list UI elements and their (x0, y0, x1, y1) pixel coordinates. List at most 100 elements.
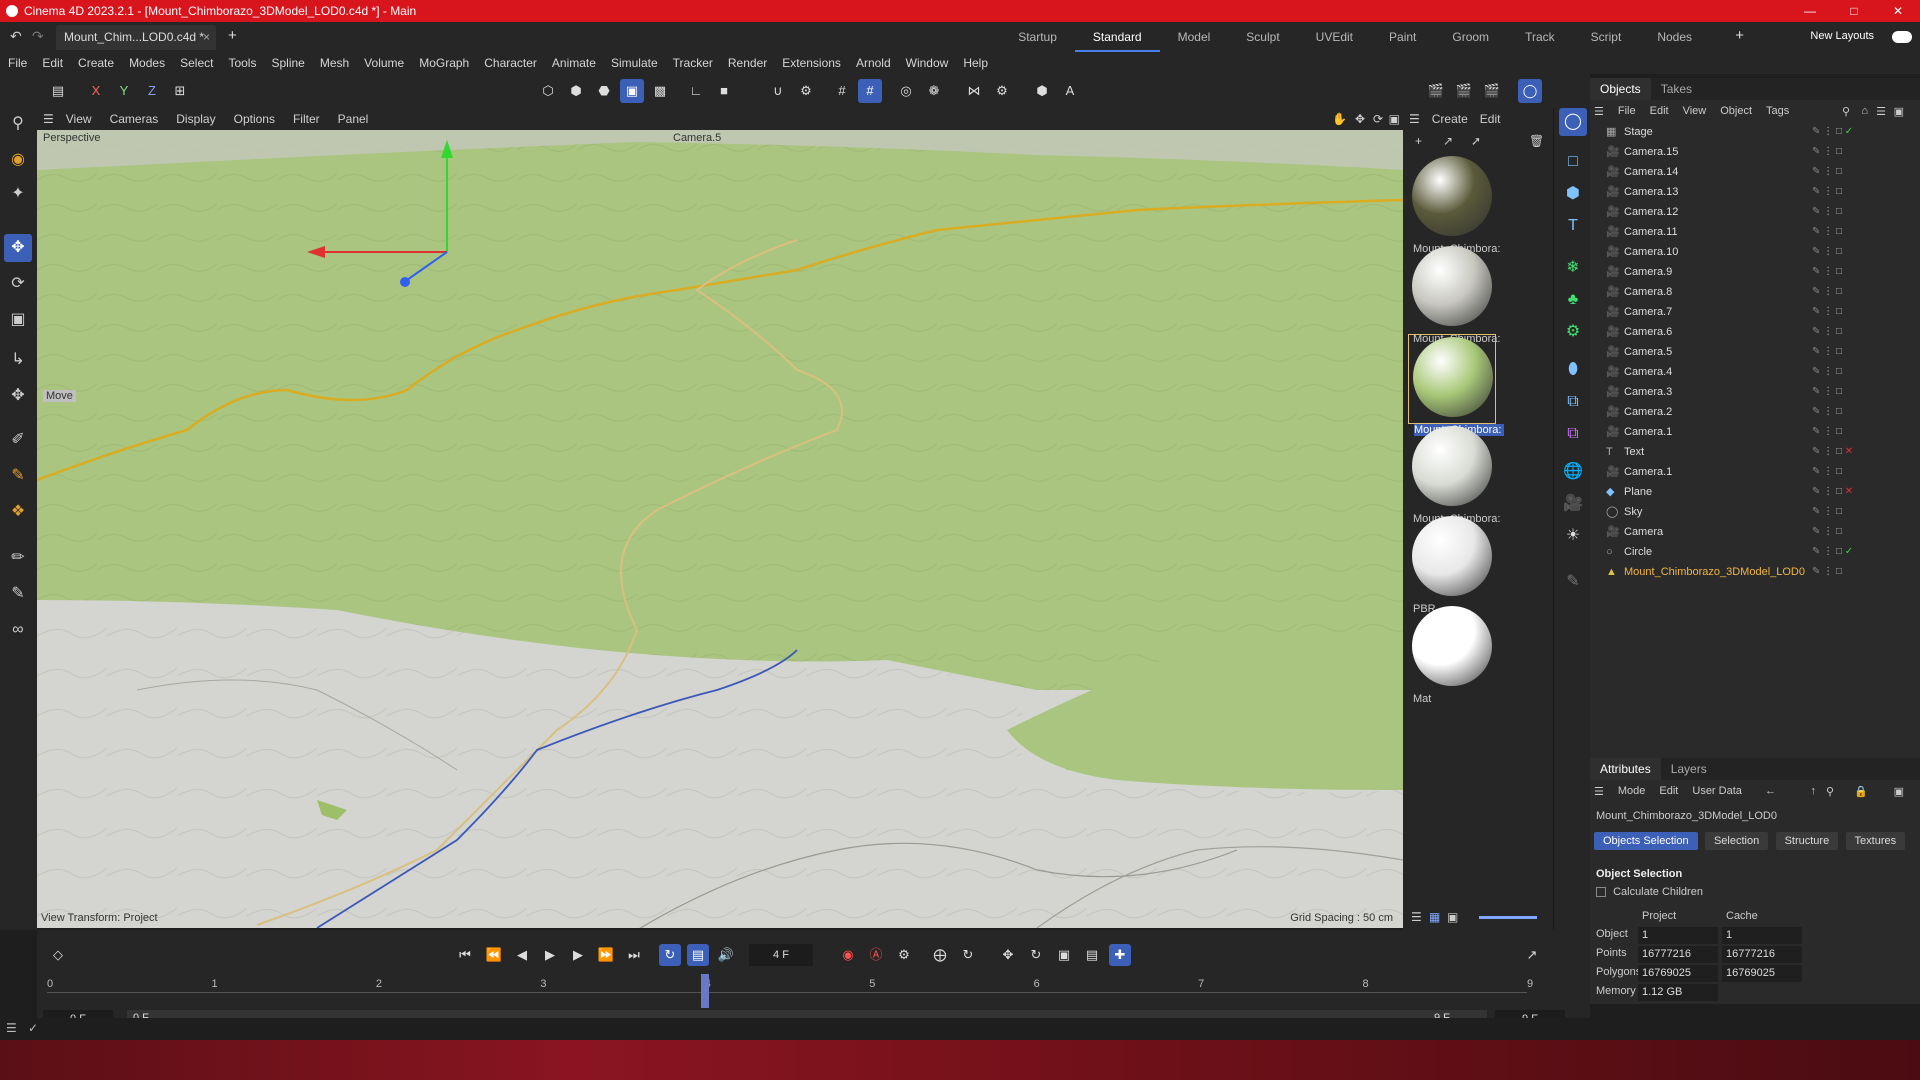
key-param-icon[interactable]: ↻ (1025, 944, 1047, 966)
object-visibility-flags[interactable]: ✎ ⋮ □ (1812, 402, 1920, 422)
grid-snap-icon[interactable]: # (858, 79, 882, 103)
material-swatch[interactable]: Mat (1408, 604, 1496, 705)
menu-character[interactable]: Character (484, 56, 537, 70)
object-row[interactable]: 🎥 Camera.4 ✎ ⋮ □ (1590, 362, 1920, 382)
spline-sketch-icon[interactable]: ✎ (4, 462, 32, 490)
object-visibility-flags[interactable]: ✎ ⋮ □ (1812, 342, 1920, 362)
object-visibility-flags[interactable]: ✎ ⋮ □ ✓ (1812, 122, 1920, 142)
camera-object-icon[interactable]: ◯ (1559, 108, 1587, 136)
attr-search-icon[interactable]: ⚲ (1826, 785, 1834, 798)
layout-tab-startup[interactable]: Startup (1000, 22, 1075, 52)
trash-icon[interactable]: 🗑 (1529, 134, 1544, 148)
menu-create[interactable]: Create (78, 56, 114, 70)
texture-mode-icon[interactable]: ■ (712, 79, 736, 103)
record-icon[interactable]: ◉ (837, 944, 859, 966)
viewport-menu-display[interactable]: Display (176, 112, 215, 126)
object-name[interactable]: Plane (1624, 482, 1652, 502)
go-to-end-icon[interactable]: ⏭ (623, 944, 645, 966)
layout-tab-standard[interactable]: Standard (1074, 22, 1160, 52)
field-icon[interactable]: ⧉ (1559, 388, 1587, 416)
add-material-icon[interactable]: + (1415, 134, 1422, 148)
object-row[interactable]: 🎥 Camera.5 ✎ ⋮ □ (1590, 342, 1920, 362)
coordinate-system-icon[interactable]: ⊞ (168, 79, 192, 103)
render-queue-icon[interactable]: 🎬 (1480, 79, 1504, 103)
object-row[interactable]: ◆ Plane ✎ ⋮ □ ✕ (1590, 482, 1920, 502)
key-rotation-icon[interactable]: ↻ (957, 944, 979, 966)
brush-icon[interactable]: ✏ (4, 544, 32, 572)
object-visibility-flags[interactable]: ✎ ⋮ □ (1812, 222, 1920, 242)
object-menu-tags[interactable]: Tags (1766, 105, 1789, 117)
object-mode-icon[interactable]: ▣ (620, 79, 644, 103)
mograph-icon[interactable]: ♣ (1559, 286, 1587, 314)
menu-mesh[interactable]: Mesh (320, 56, 349, 70)
subtab-textures[interactable]: Textures (1845, 832, 1906, 850)
object-row[interactable]: 🎥 Camera.12 ✎ ⋮ □ (1590, 202, 1920, 222)
object-visibility-flags[interactable]: ✎ ⋮ □ (1812, 522, 1920, 542)
object-visibility-flags[interactable]: ✎ ⋮ □ (1812, 382, 1920, 402)
object-menu-view[interactable]: View (1683, 105, 1707, 117)
material-swatch[interactable]: Mount_Chimbora: (1408, 154, 1500, 255)
menu-spline[interactable]: Spline (271, 56, 304, 70)
close-window-button[interactable]: ✕ (1876, 0, 1920, 22)
object-visibility-flags[interactable]: ✎ ⋮ □ ✕ (1812, 442, 1920, 462)
playhead[interactable] (700, 974, 709, 1008)
object-filter-icon[interactable]: ☰ (1876, 105, 1886, 118)
redshift-icon[interactable]: ◯ (1518, 79, 1542, 103)
prev-frame-icon[interactable]: ◀ (511, 944, 533, 966)
uv-mode-icon[interactable]: ▩ (648, 79, 672, 103)
back-arrow-icon[interactable]: ← (1765, 785, 1776, 797)
next-frame-icon[interactable]: ▶ (567, 944, 589, 966)
object-name[interactable]: Camera.11 (1624, 222, 1678, 242)
tweak-icon[interactable]: ✦ (4, 180, 32, 208)
play-icon[interactable]: ▶ (539, 944, 561, 966)
attribute-menu-userdata[interactable]: User Data (1692, 785, 1742, 797)
object-visibility-flags[interactable]: ✎ ⋮ □ (1812, 302, 1920, 322)
layout-tab-script[interactable]: Script (1573, 22, 1640, 52)
object-visibility-flags[interactable]: ✎ ⋮ □ ✕ (1812, 482, 1920, 502)
object-visibility-flags[interactable]: ✎ ⋮ □ (1812, 562, 1920, 582)
object-name[interactable]: Camera.12 (1624, 202, 1678, 222)
object-row[interactable]: 🎥 Camera.10 ✎ ⋮ □ (1590, 242, 1920, 262)
key-scale-icon[interactable]: ✥ (997, 944, 1019, 966)
object-visibility-flags[interactable]: ✎ ⋮ □ (1812, 262, 1920, 282)
object-visibility-flags[interactable]: ✎ ⋮ □ (1812, 162, 1920, 182)
menu-extensions[interactable]: Extensions (782, 56, 841, 70)
viewport-menu-options[interactable]: Options (234, 112, 275, 126)
layout-tab-paint[interactable]: Paint (1371, 22, 1434, 52)
material-arrow-icon[interactable]: ↗ (1443, 134, 1453, 148)
tab-attributes[interactable]: Attributes (1590, 758, 1661, 780)
render-settings-icon[interactable]: ⬢ (1030, 79, 1054, 103)
light-icon[interactable]: ☀ (1559, 522, 1587, 550)
cloner-icon[interactable]: ❄ (1559, 254, 1587, 282)
layout-tab-groom[interactable]: Groom (1434, 22, 1507, 52)
material-swatch[interactable]: Mount_Chimbora: (1408, 334, 1504, 436)
frame-ruler[interactable]: 0123456789 (47, 978, 1547, 1006)
menu-tools[interactable]: Tools (228, 56, 256, 70)
pan-view-icon[interactable]: ✋ (1332, 112, 1347, 126)
object-row[interactable]: 🎥 Camera.15 ✎ ⋮ □ (1590, 142, 1920, 162)
object-row[interactable]: 🎥 Camera.14 ✎ ⋮ □ (1590, 162, 1920, 182)
object-visibility-flags[interactable]: ✎ ⋮ □ (1812, 142, 1920, 162)
object-visibility-flags[interactable]: ✎ ⋮ □ (1812, 282, 1920, 302)
layout-tab-model[interactable]: Model (1160, 22, 1229, 52)
cube-object-icon[interactable]: □ (1559, 148, 1587, 176)
rotate-tool-icon[interactable]: ⟳ (4, 270, 32, 298)
tab-layers[interactable]: Layers (1661, 758, 1717, 780)
menu-file[interactable]: File (8, 56, 27, 70)
sound-icon[interactable]: 🔊 (715, 944, 737, 966)
axis-y-button[interactable]: Y (112, 79, 136, 103)
object-name[interactable]: Camera.6 (1624, 322, 1672, 342)
viewport-menu-view[interactable]: View (66, 112, 92, 126)
loop-icon[interactable]: ↻ (659, 944, 681, 966)
layout-tab-nodes[interactable]: Nodes (1639, 22, 1710, 52)
menu-animate[interactable]: Animate (552, 56, 596, 70)
object-visibility-flags[interactable]: ✎ ⋮ □ (1812, 242, 1920, 262)
deformer-icon[interactable]: ⬮ (1559, 356, 1587, 384)
attribute-menu-edit[interactable]: Edit (1659, 785, 1678, 797)
subtab-structure[interactable]: Structure (1775, 832, 1839, 850)
object-menu-object[interactable]: Object (1720, 105, 1752, 117)
object-row[interactable]: ○ Circle ✎ ⋮ □ ✓ (1590, 542, 1920, 562)
object-row[interactable]: T Text ✎ ⋮ □ ✕ (1590, 442, 1920, 462)
3d-viewport[interactable]: Perspective Camera.5 Move View Transform… (37, 130, 1403, 928)
object-name[interactable]: Camera.8 (1624, 282, 1672, 302)
